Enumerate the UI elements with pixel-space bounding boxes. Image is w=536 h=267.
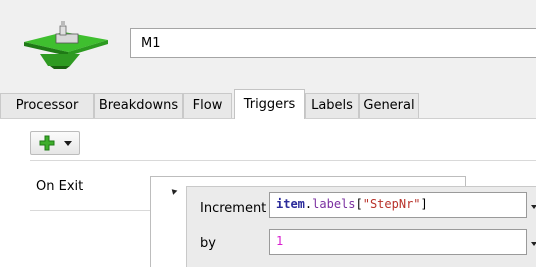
divider [30, 160, 536, 161]
object-name-field[interactable] [130, 28, 536, 58]
divider [30, 210, 150, 211]
by-options-arrow-icon[interactable] [531, 242, 536, 246]
tab-labels[interactable]: Labels [305, 93, 359, 118]
code-keyword: item [276, 197, 305, 211]
by-value-field[interactable]: 1 [269, 229, 527, 255]
code-string: "StepNr" [362, 197, 421, 211]
by-label: by [200, 236, 216, 251]
code-bracket-close: ] [420, 197, 428, 211]
tab-processor[interactable]: Processor [0, 93, 94, 118]
tab-general[interactable]: General [359, 93, 419, 118]
code-property: labels [312, 197, 356, 211]
by-value: 1 [276, 234, 284, 248]
increment-options-arrow-icon[interactable] [531, 205, 536, 209]
tab-breakdowns[interactable]: Breakdowns [94, 93, 183, 118]
plus-icon [39, 135, 55, 151]
code-bracket-open: [ [355, 197, 363, 211]
increment-code-field[interactable]: item.labels["StepNr"] [269, 192, 527, 218]
tab-flow[interactable]: Flow [183, 93, 232, 118]
triggers-properties-window: Processor Breakdowns Flow Triggers Label… [0, 0, 536, 267]
chevron-down-icon [64, 141, 72, 146]
add-trigger-button[interactable] [30, 131, 80, 155]
processor-machine-icon [20, 20, 112, 70]
tab-triggers[interactable]: Triggers [234, 89, 305, 119]
trigger-name: On Exit [36, 179, 84, 194]
tab-bar: Processor Breakdowns Flow Triggers Label… [0, 89, 536, 119]
increment-label: Increment [200, 201, 267, 216]
